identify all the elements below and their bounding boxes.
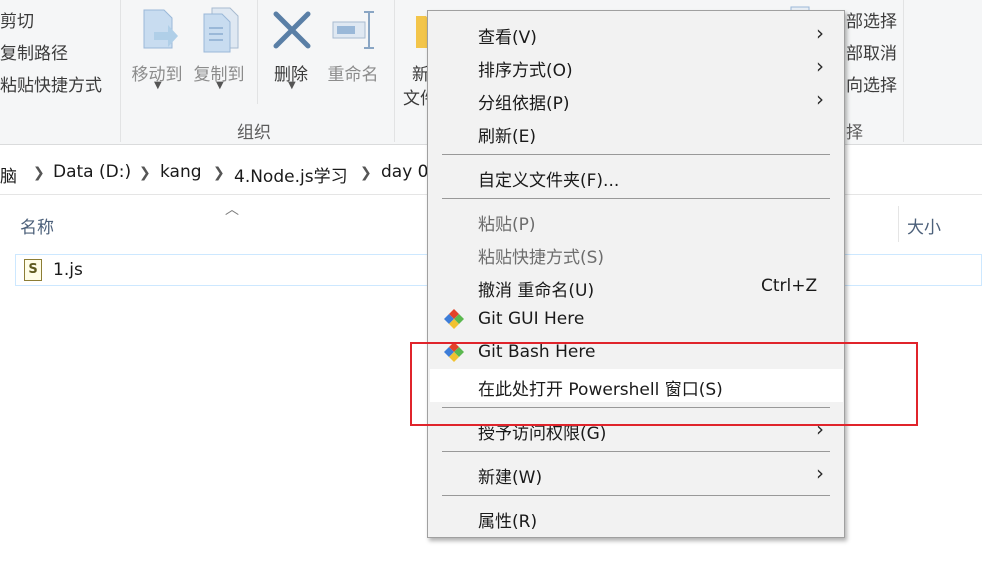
file-name[interactable]: 1.js (53, 260, 83, 280)
copy-to-icon (203, 7, 239, 53)
menu-item-shortcut: Ctrl+Z (761, 276, 818, 296)
move-to-icon (143, 9, 178, 49)
menu-item-undo-rename[interactable]: 撤消 重命名(U) Ctrl+Z (428, 270, 844, 303)
column-header-size[interactable]: 大小 (907, 213, 941, 238)
menu-item-group-by[interactable]: 分组依据(P) › (428, 83, 844, 116)
sort-ascending-icon: ︿ (225, 202, 239, 218)
paste-shortcut-button[interactable]: 粘贴快捷方式 (0, 71, 102, 96)
submenu-arrow-icon: › (816, 54, 824, 78)
breadcrumb-chevron-icon[interactable]: ❯ (213, 165, 225, 181)
ribbon-separator (903, 0, 904, 142)
git-logo-icon (444, 309, 464, 329)
submenu-arrow-icon: › (816, 461, 824, 485)
menu-item-label: 属性(R) (478, 512, 538, 532)
invert-selection-button[interactable]: 向选择 (846, 71, 897, 96)
move-to-button[interactable]: 移动到 ▼ (126, 0, 188, 100)
column-header-name[interactable]: 名称 (20, 213, 54, 238)
ribbon-separator (120, 0, 121, 142)
copy-to-button[interactable]: 复制到 ▼ (188, 0, 250, 100)
chevron-down-icon: ▼ (288, 80, 296, 91)
menu-item-label: 自定义文件夹(F)... (478, 171, 620, 191)
breadcrumb-this-pc[interactable]: 脑 (0, 162, 17, 187)
menu-item-paste-shortcut: 粘贴快捷方式(S) (428, 237, 844, 270)
breadcrumb-chevron-icon[interactable]: ❯ (360, 165, 372, 181)
menu-item-paste: 粘贴(P) (428, 204, 844, 237)
breadcrumb-node-folder[interactable]: 4.Node.js学习 (234, 162, 348, 187)
select-all-button[interactable]: 部选择 (846, 7, 897, 32)
menu-separator (442, 451, 830, 452)
menu-item-label: 分组依据(P) (478, 94, 570, 114)
menu-item-customize-folder[interactable]: 自定义文件夹(F)... (428, 160, 844, 193)
ribbon-separator (394, 0, 395, 142)
submenu-arrow-icon: › (816, 87, 824, 111)
ribbon-separator (257, 0, 258, 104)
menu-item-label: 撤消 重命名(U) (478, 281, 595, 301)
breadcrumb-kang[interactable]: kang (160, 162, 202, 182)
select-none-button[interactable]: 部取消 (846, 39, 897, 64)
menu-item-label: 新建(W) (478, 468, 543, 488)
copy-path-button[interactable]: 复制路径 (0, 39, 68, 64)
select-group-label: 择 (846, 123, 863, 143)
rename-label: 重命名 (327, 65, 379, 85)
menu-item-new[interactable]: 新建(W) › (428, 457, 844, 490)
menu-item-label: Git GUI Here (478, 309, 585, 329)
breadcrumb-day-folder[interactable]: day 0 (381, 162, 429, 182)
menu-item-properties[interactable]: 属性(R) (428, 501, 844, 534)
menu-item-label: 查看(V) (478, 28, 537, 48)
menu-item-label: 排序方式(O) (478, 61, 573, 81)
rename-button[interactable]: 重命名 (322, 0, 384, 100)
menu-item-label: 刷新(E) (478, 127, 537, 147)
breadcrumb-chevron-icon[interactable]: ❯ (33, 165, 45, 181)
menu-separator (442, 495, 830, 496)
delete-x-icon (273, 11, 311, 49)
cut-button[interactable]: 剪切 (0, 7, 34, 32)
organize-group-label: 组织 (237, 123, 271, 143)
delete-button[interactable]: 删除 ▼ (266, 0, 316, 100)
chevron-down-icon: ▼ (154, 80, 162, 91)
js-file-icon: S (24, 259, 42, 281)
menu-separator (442, 154, 830, 155)
menu-item-refresh[interactable]: 刷新(E) (428, 116, 844, 149)
breadcrumb-chevron-icon[interactable]: ❯ (139, 165, 151, 181)
menu-item-sort-by[interactable]: 排序方式(O) › (428, 50, 844, 83)
submenu-arrow-icon: › (816, 21, 824, 45)
menu-item-view[interactable]: 查看(V) › (428, 17, 844, 50)
annotation-highlight-box (410, 342, 918, 426)
rename-icon (332, 11, 374, 49)
breadcrumb-data-drive[interactable]: Data (D:) (53, 162, 131, 182)
menu-item-label: 粘贴快捷方式(S) (478, 248, 605, 268)
column-separator[interactable] (898, 206, 899, 242)
menu-separator (442, 198, 830, 199)
menu-item-label: 粘贴(P) (478, 215, 536, 235)
context-menu: 查看(V) › 排序方式(O) › 分组依据(P) › 刷新(E) 自定义文件夹… (427, 10, 845, 538)
menu-item-git-gui[interactable]: Git GUI Here (428, 303, 844, 336)
chevron-down-icon: ▼ (216, 80, 224, 91)
